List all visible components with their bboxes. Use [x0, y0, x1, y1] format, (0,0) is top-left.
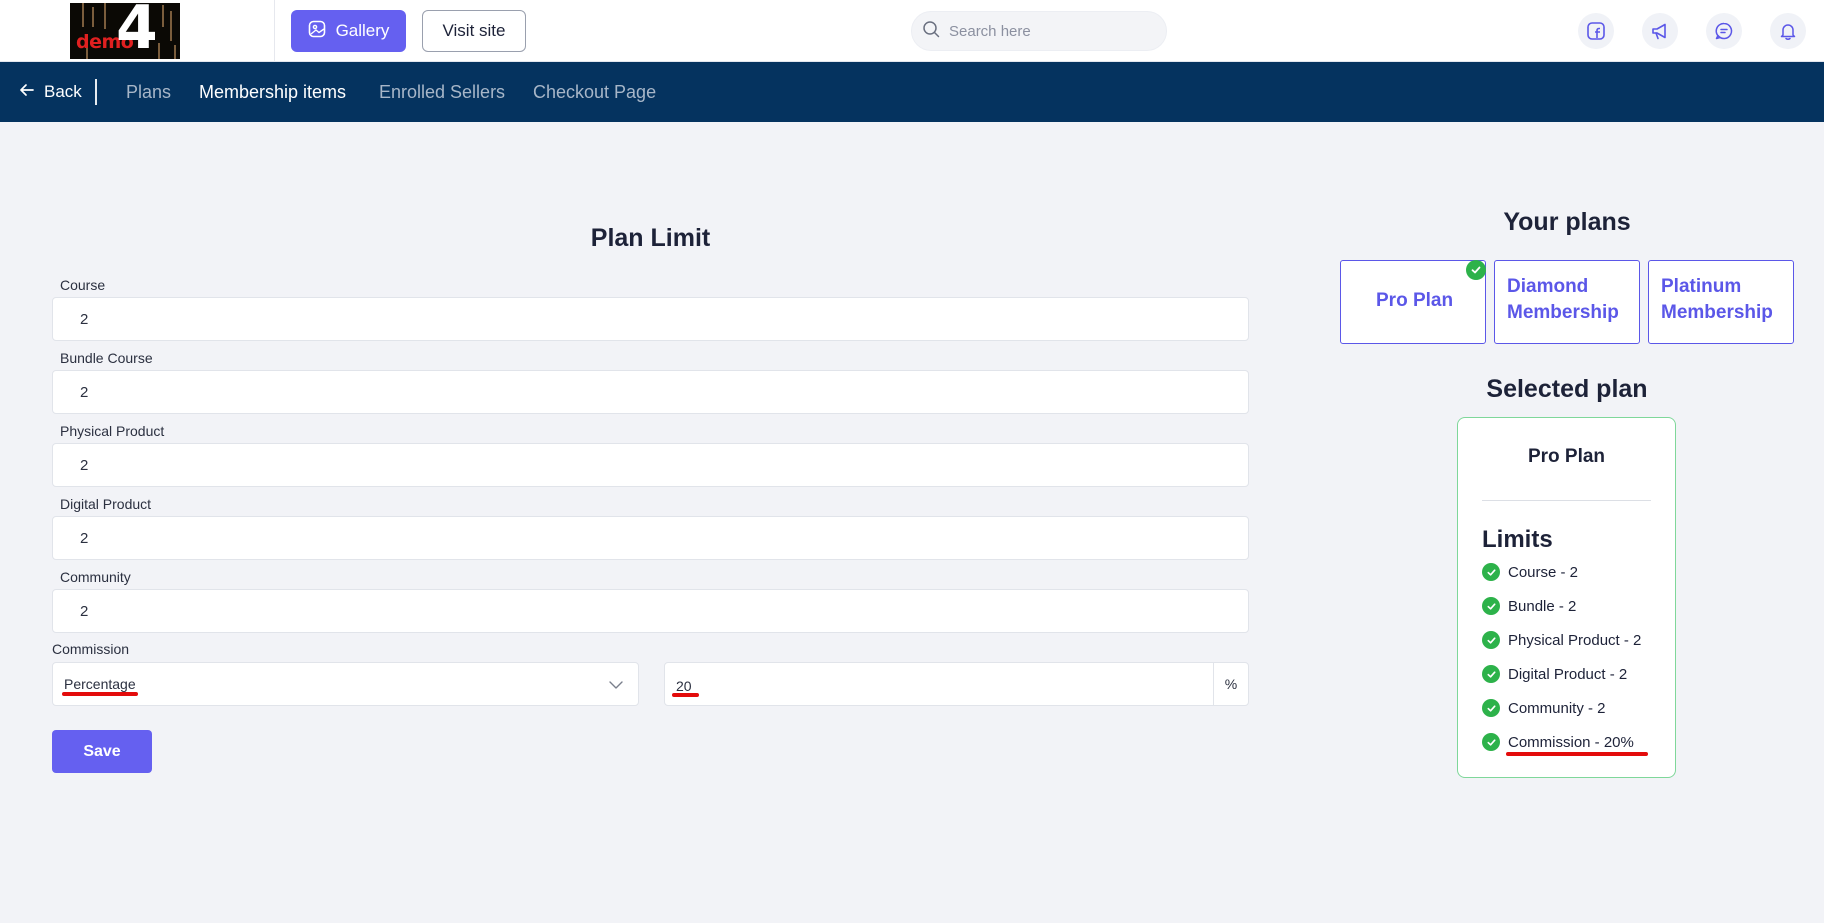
bundle-course-field-container — [52, 370, 1249, 414]
limit-item-bundle: Bundle - 2 — [1482, 596, 1576, 616]
highlight-underline — [62, 692, 138, 696]
gallery-button-label: Gallery — [335, 21, 390, 40]
limit-text: Digital Product - 2 — [1508, 665, 1628, 683]
plan-card-label: Membership — [1661, 302, 1773, 323]
selected-plan-title: Selected plan — [1486, 375, 1648, 403]
your-plans-title: Your plans — [1503, 208, 1631, 236]
visit-site-label: Visit site — [442, 21, 506, 40]
commission-amount-container: % — [664, 662, 1249, 706]
plan-card-label: Pro Plan — [1376, 290, 1454, 311]
plan-card-pro[interactable]: Pro Plan — [1340, 260, 1486, 344]
tab-membership-items[interactable]: Membership items — [199, 62, 346, 122]
site-logo[interactable]: demo 4 — [70, 3, 180, 59]
chat-icon[interactable] — [1706, 13, 1742, 49]
gallery-icon — [308, 20, 326, 43]
commission-type-select[interactable]: Percentage — [52, 662, 639, 706]
check-circle-icon — [1466, 260, 1486, 280]
logo-number: 4 — [116, 3, 158, 59]
nav-separator — [95, 79, 97, 105]
check-circle-icon — [1482, 631, 1500, 649]
plan-card-label: Diamond — [1507, 276, 1589, 297]
selected-plan-card: Pro Plan Limits Course - 2 Bundle - 2 Ph… — [1457, 417, 1676, 778]
back-button[interactable]: Back — [19, 62, 82, 122]
plan-limit-title: Plan Limit — [590, 224, 711, 252]
save-button[interactable]: Save — [52, 730, 152, 773]
tab-plans[interactable]: Plans — [126, 62, 171, 122]
chevron-down-icon — [608, 677, 624, 698]
plan-card-diamond[interactable]: Diamond Membership — [1494, 260, 1640, 344]
selected-plan-name: Pro Plan — [1527, 446, 1606, 467]
course-input[interactable] — [53, 298, 1248, 340]
limit-text: Physical Product - 2 — [1508, 631, 1642, 649]
limit-item-physical-product: Physical Product - 2 — [1482, 630, 1641, 650]
check-circle-icon — [1482, 665, 1500, 683]
digital-product-field-container — [52, 516, 1249, 560]
back-label: Back — [44, 82, 82, 101]
digital-product-input[interactable] — [53, 517, 1248, 559]
bundle-course-input[interactable] — [53, 371, 1248, 413]
top-bar: demo 4 Gallery Visit site — [0, 0, 1824, 62]
course-field-container — [52, 297, 1249, 341]
limit-text: Community - 2 — [1508, 699, 1606, 717]
divider — [1482, 500, 1651, 501]
visit-site-button[interactable]: Visit site — [422, 10, 526, 52]
limit-item-commission: Commission - 20% — [1482, 732, 1634, 752]
limits-title: Limits — [1482, 526, 1553, 553]
search-icon — [922, 20, 940, 43]
commission-label: Commission — [52, 641, 130, 657]
bell-icon[interactable] — [1770, 13, 1806, 49]
plan-card-label: Platinum — [1661, 276, 1742, 297]
search-box — [911, 11, 1167, 51]
course-label: Course — [60, 277, 106, 293]
limit-text: Bundle - 2 — [1508, 597, 1577, 615]
tab-enrolled-sellers[interactable]: Enrolled Sellers — [379, 62, 505, 122]
arrow-left-icon — [19, 82, 35, 103]
limit-item-digital-product: Digital Product - 2 — [1482, 664, 1627, 684]
tab-checkout-page[interactable]: Checkout Page — [533, 62, 656, 122]
community-field-container — [52, 589, 1249, 633]
gallery-button[interactable]: Gallery — [291, 10, 406, 52]
header-divider — [274, 0, 275, 62]
megaphone-icon[interactable] — [1642, 13, 1678, 49]
physical-product-field-container — [52, 443, 1249, 487]
digital-product-label: Digital Product — [60, 496, 152, 512]
highlight-underline — [1506, 752, 1648, 756]
limit-text: Course - 2 — [1508, 563, 1579, 581]
check-circle-icon — [1482, 563, 1500, 581]
search-input[interactable] — [949, 22, 1149, 40]
check-circle-icon — [1482, 699, 1500, 717]
plan-card-label: Membership — [1507, 302, 1619, 323]
check-circle-icon — [1482, 597, 1500, 615]
plan-card-platinum[interactable]: Platinum Membership — [1648, 260, 1794, 344]
physical-product-label: Physical Product — [60, 423, 165, 439]
facebook-icon[interactable] — [1578, 13, 1614, 49]
sub-navigation: Back Plans Membership items Enrolled Sel… — [0, 62, 1824, 122]
limit-item-community: Community - 2 — [1482, 698, 1606, 718]
commission-amount-input[interactable] — [665, 663, 1215, 705]
percent-unit: % — [1213, 663, 1248, 705]
highlight-underline — [672, 693, 699, 697]
physical-product-input[interactable] — [53, 444, 1248, 486]
commission-type-value: Percentage — [64, 676, 136, 692]
community-input[interactable] — [53, 590, 1248, 632]
community-label: Community — [60, 569, 131, 585]
limit-item-course: Course - 2 — [1482, 562, 1578, 582]
bundle-course-label: Bundle Course — [60, 350, 153, 366]
limit-text: Commission - 20% — [1508, 733, 1634, 751]
check-circle-icon — [1482, 733, 1500, 751]
